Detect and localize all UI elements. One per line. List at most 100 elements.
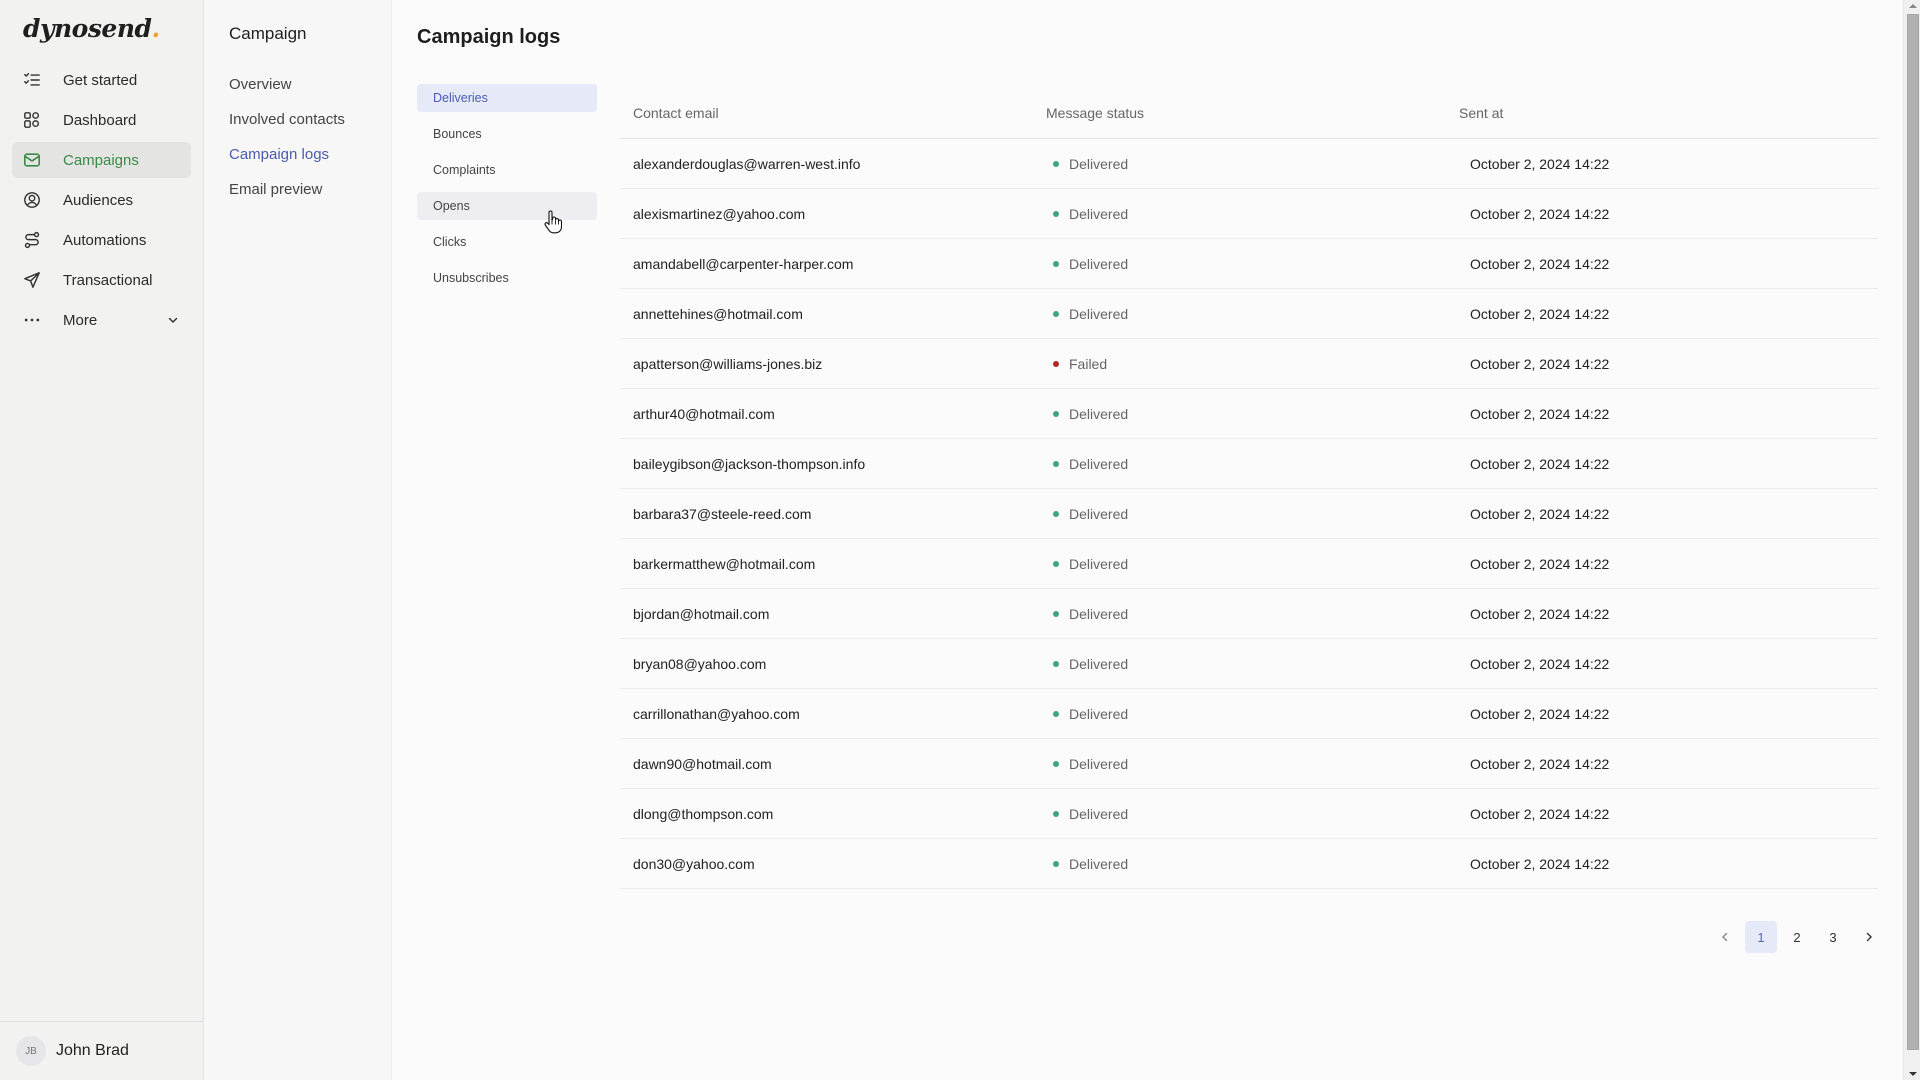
subnav-title: Campaign (229, 24, 307, 43)
user-name: John Brad (56, 1042, 129, 1059)
tab-bounces[interactable]: Bounces (417, 120, 597, 148)
status-label: Delivered (1069, 805, 1129, 822)
sent-at: October 2, 2024 14:22 (1470, 805, 1610, 822)
status-dot-icon (1053, 410, 1059, 417)
contact-email: annettehines@hotmail.com (633, 305, 803, 322)
message-status: Delivered (1033, 706, 1446, 722)
page-title: Campaign logs (417, 26, 561, 48)
subnav-item-involved-contacts[interactable]: Involved contacts (229, 109, 345, 144)
table-row[interactable]: barkermatthew@hotmail.com Delivered Octobe… (620, 539, 1878, 589)
contact-email: amandabell@carpenter-harper.com (633, 255, 854, 272)
table-row[interactable]: alexanderdouglas@warren-west.info Deliver… (620, 139, 1878, 189)
table-row[interactable]: carrillonathan@yahoo.com Delivered October… (620, 689, 1878, 739)
main-sidebar: dynosend. Get started Dashboard Campaign… (0, 0, 204, 1080)
logo[interactable]: dynosend. (23, 14, 160, 43)
table-row[interactable]: dawn90@hotmail.com Delivered October 2, 20… (620, 739, 1878, 789)
dashboard-grid-icon (22, 110, 42, 130)
message-status: Delivered (1033, 556, 1446, 572)
status-label: Failed (1069, 355, 1108, 372)
sidebar-item-more[interactable]: More (12, 302, 191, 338)
status-label: Delivered (1069, 605, 1129, 622)
mail-icon (22, 150, 42, 170)
table-row[interactable]: dlong@thompson.com Delivered October 2, 20… (620, 789, 1878, 839)
page-button-3[interactable]: 3 (1817, 921, 1849, 953)
column-header-contact-email[interactable]: Contact email (620, 105, 1033, 121)
tab-unsubscribes[interactable]: Unsubscribes (417, 264, 597, 292)
table-header: Contact email Message status Sent at (620, 88, 1878, 139)
sidebar-item-automations[interactable]: Automations (12, 222, 191, 258)
subnav-item-email-preview[interactable]: Email preview (229, 179, 345, 214)
tab-clicks[interactable]: Clicks (417, 228, 597, 256)
contact-email: bjordan@hotmail.com (633, 605, 770, 622)
status-label: Delivered (1069, 405, 1129, 422)
tab-complaints[interactable]: Complaints (417, 156, 597, 184)
prev-page-button[interactable] (1709, 921, 1741, 953)
page-scrollbar[interactable] (1903, 0, 1920, 1080)
table-row[interactable]: annettehines@hotmail.com Delivered October… (620, 289, 1878, 339)
subnav-item-campaign-logs[interactable]: Campaign logs (229, 144, 345, 179)
status-dot-icon (1053, 610, 1059, 617)
subnav-list: Overview Involved contacts Campaign logs… (229, 74, 345, 214)
sidebar-item-audiences[interactable]: Audiences (12, 182, 191, 218)
scroll-up-arrow-icon[interactable] (1909, 4, 1917, 8)
sidebar-item-label: Automations (63, 231, 147, 249)
contact-email: alexanderdouglas@warren-west.info (633, 155, 861, 172)
user-profile[interactable]: JB John Brad (0, 1021, 203, 1080)
contact-email: dlong@thompson.com (633, 805, 774, 822)
column-header-sent-at[interactable]: Sent at (1446, 105, 1503, 121)
workflow-icon (22, 230, 42, 250)
status-label: Delivered (1069, 455, 1129, 472)
sidebar-item-dashboard[interactable]: Dashboard (12, 102, 191, 138)
chevron-right-icon (1866, 932, 1872, 942)
sent-at: October 2, 2024 14:22 (1470, 605, 1610, 622)
status-label: Delivered (1069, 205, 1129, 222)
contact-email: carrillonathan@yahoo.com (633, 705, 800, 722)
table-row[interactable]: alexismartinez@yahoo.com Delivered October… (620, 189, 1878, 239)
page-button-2[interactable]: 2 (1781, 921, 1813, 953)
message-status: Delivered (1033, 606, 1446, 622)
contact-email: don30@yahoo.com (633, 855, 755, 872)
sent-at: October 2, 2024 14:22 (1470, 355, 1610, 372)
main-content: Campaign logs Deliveries Bounces Complai… (392, 0, 1901, 1080)
status-label: Delivered (1069, 655, 1129, 672)
sent-at: October 2, 2024 14:22 (1470, 455, 1610, 472)
table-row[interactable]: arthur40@hotmail.com Delivered October 2, … (620, 389, 1878, 439)
page-button-1[interactable]: 1 (1745, 921, 1777, 953)
message-status: Delivered (1033, 206, 1446, 222)
hand-pointer-cursor-icon (544, 210, 562, 234)
status-dot-icon (1053, 310, 1059, 317)
sidebar-item-label: Dashboard (63, 111, 137, 129)
sidebar-item-campaigns[interactable]: Campaigns (12, 142, 191, 178)
status-dot-icon (1053, 710, 1059, 717)
scroll-thumb[interactable] (1907, 14, 1919, 1050)
sent-at: October 2, 2024 14:22 (1470, 655, 1610, 672)
status-label: Delivered (1069, 755, 1129, 772)
table-row[interactable]: bryan08@yahoo.com Delivered October 2, 202… (620, 639, 1878, 689)
status-dot-icon (1053, 860, 1059, 867)
scroll-down-arrow-icon[interactable] (1909, 1072, 1917, 1076)
chevron-down-icon[interactable] (167, 314, 179, 326)
sidebar-item-transactional[interactable]: Transactional (12, 262, 191, 298)
table-row[interactable]: apatterson@williams-jones.biz Failed Octob… (620, 339, 1878, 389)
sent-at: October 2, 2024 14:22 (1470, 205, 1610, 222)
table-row[interactable]: baileygibson@jackson-thompson.info Delive… (620, 439, 1878, 489)
table-row[interactable]: bjordan@hotmail.com Delivered October 2, 2… (620, 589, 1878, 639)
status-dot-icon (1053, 660, 1059, 667)
subnav-item-overview[interactable]: Overview (229, 74, 345, 109)
tab-deliveries[interactable]: Deliveries (417, 84, 597, 112)
tab-opens[interactable]: Opens (417, 192, 597, 220)
campaign-logs-table: Contact email Message status Sent at ale… (620, 88, 1878, 889)
status-label: Delivered (1069, 255, 1129, 272)
status-dot-icon (1053, 360, 1059, 367)
table-row[interactable]: don30@yahoo.com Delivered October 2, 2024 … (620, 839, 1878, 889)
table-row[interactable]: barbara37@steele-reed.com Delivered Octobe… (620, 489, 1878, 539)
contact-email: alexismartinez@yahoo.com (633, 205, 806, 222)
send-icon (22, 270, 42, 290)
contact-email: baileygibson@jackson-thompson.info (633, 455, 866, 472)
sidebar-item-label: Campaigns (63, 151, 139, 169)
column-header-message-status[interactable]: Message status (1033, 105, 1446, 121)
next-page-button[interactable] (1853, 921, 1885, 953)
message-status: Delivered (1033, 506, 1446, 522)
sidebar-item-get-started[interactable]: Get started (12, 62, 191, 98)
table-row[interactable]: amandabell@carpenter-harper.com Delivered… (620, 239, 1878, 289)
